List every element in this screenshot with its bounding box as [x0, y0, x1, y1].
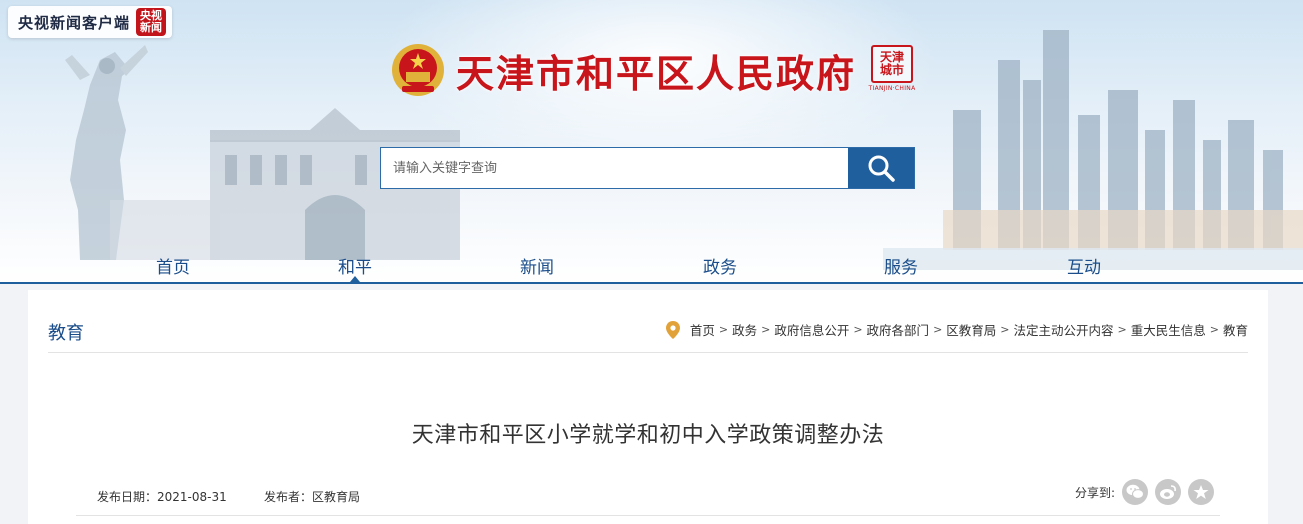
cctv-news-watermark: 央视新闻客户端 央视新闻 — [8, 6, 173, 38]
tianjin-seal-logo: 天津 城市 TIANJIN·CHINA — [868, 45, 916, 95]
breadcrumb-separator: > — [933, 323, 943, 336]
favorite-star-icon[interactable] — [1188, 479, 1214, 505]
breadcrumb-education[interactable]: 教育 — [1223, 320, 1248, 339]
breadcrumb-home[interactable]: 首页 — [690, 320, 715, 339]
publisher-label: 发布者： — [264, 490, 313, 504]
publisher-value: 区教育局 — [312, 490, 361, 504]
breadcrumb-separator: > — [1000, 323, 1010, 336]
breadcrumb-separator: > — [853, 323, 863, 336]
breadcrumb: 首页 > 政务 > 政府信息公开 > 政府各部门 > 区教育局 > 法定主动公开… — [665, 320, 1248, 339]
publish-date-value: 2021-08-31 — [157, 490, 227, 504]
breadcrumb-separator: > — [761, 323, 771, 336]
share-bar: 分享到: — [1075, 479, 1214, 505]
breadcrumb-info-disclosure[interactable]: 政府信息公开 — [774, 320, 849, 339]
nav-active-caret — [350, 276, 360, 282]
search-icon — [868, 155, 895, 182]
section-title: 教育 — [48, 323, 84, 344]
seal-text: 天津 城市 — [871, 45, 914, 83]
nav-item-home[interactable]: 首页 — [156, 253, 190, 278]
header-banner: 央视新闻客户端 央视新闻 天津市和平区人民政府 天津 城市 TIANJIN·CH… — [0, 0, 1303, 284]
breadcrumb-separator: > — [1209, 323, 1219, 336]
nav-item-interaction[interactable]: 互动 — [1067, 253, 1101, 278]
nav-item-news[interactable]: 新闻 — [520, 253, 554, 278]
breadcrumb-separator: > — [1117, 323, 1127, 336]
watermark-badge: 央视新闻 — [136, 8, 167, 36]
nav-underline — [0, 282, 1303, 284]
content-panel: 教育 首页 > 政务 > 政府信息公开 > 政府各部门 > 区教育局 > 法定主… — [28, 290, 1268, 524]
share-label: 分享到: — [1074, 485, 1115, 500]
nav-item-services[interactable]: 服务 — [884, 253, 918, 278]
watermark-brand: 央视新闻客户端 — [18, 13, 131, 32]
section-divider — [48, 352, 1248, 353]
breadcrumb-government[interactable]: 政务 — [732, 320, 757, 339]
main-nav: 首页 和平 新闻 政务 服务 互动 — [0, 243, 1303, 284]
wechat-icon[interactable] — [1122, 479, 1148, 505]
article-title: 天津市和平区小学就学和初中入学政策调整办法 — [411, 423, 885, 448]
breadcrumb-education-bureau[interactable]: 区教育局 — [946, 320, 996, 339]
publish-date-label: 发布日期： — [97, 490, 158, 504]
weibo-icon[interactable] — [1155, 479, 1181, 505]
breadcrumb-livelihood-info[interactable]: 重大民生信息 — [1131, 320, 1206, 339]
seal-caption: TIANJIN·CHINA — [868, 85, 916, 92]
publish-date: 发布日期：2021-08-31 — [97, 488, 227, 505]
site-title: 天津市和平区人民政府 — [456, 50, 857, 96]
search-input[interactable] — [381, 148, 848, 188]
site-logo[interactable]: 天津市和平区人民政府 天津 城市 TIANJIN·CHINA — [390, 42, 916, 98]
location-pin-icon — [665, 320, 680, 339]
breadcrumb-separator: > — [718, 323, 729, 336]
nav-item-government[interactable]: 政务 — [703, 253, 737, 278]
search-button[interactable] — [848, 148, 914, 188]
search-bar — [380, 147, 915, 189]
breadcrumb-departments[interactable]: 政府各部门 — [867, 320, 930, 339]
city-skyline-illustration — [883, 30, 1303, 270]
breadcrumb-statutory-content[interactable]: 法定主动公开内容 — [1014, 320, 1114, 339]
nav-item-heping[interactable]: 和平 — [338, 253, 372, 278]
meta-divider — [76, 515, 1220, 516]
publisher: 发布者：区教育局 — [264, 488, 360, 505]
national-emblem-icon — [392, 44, 444, 96]
